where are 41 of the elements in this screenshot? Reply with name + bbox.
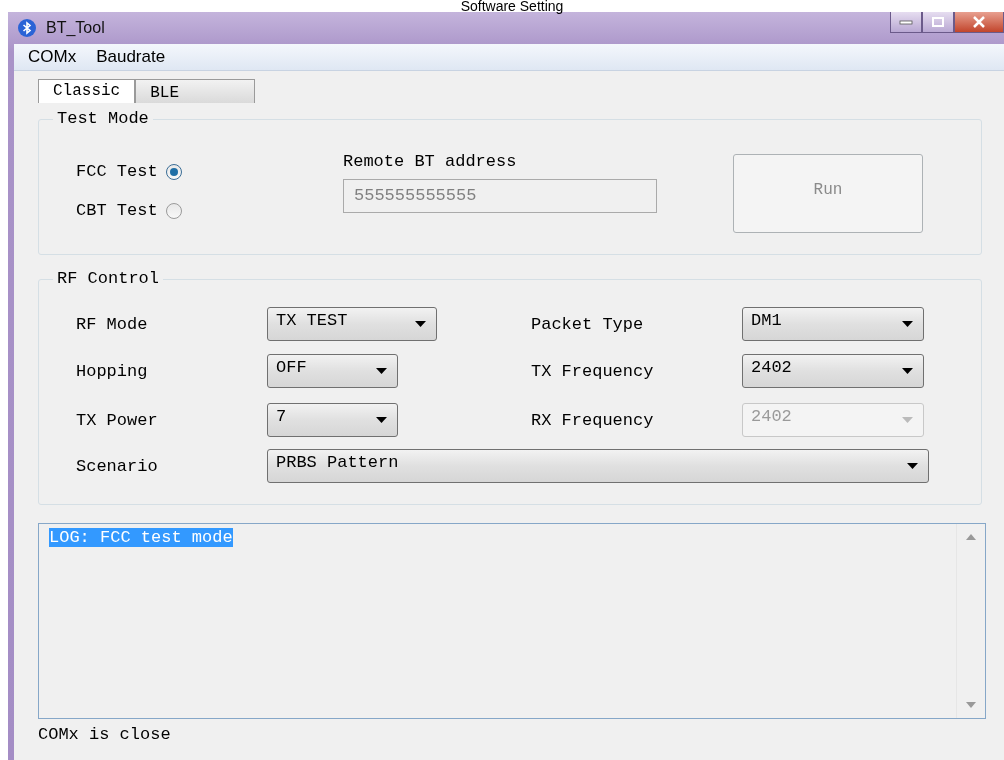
dropdown[interactable]: DM1 <box>742 307 924 341</box>
caret-icon <box>415 321 426 327</box>
dropdown[interactable]: 7 <box>267 403 398 437</box>
status-text: COMx is close <box>38 725 172 744</box>
scroll-down-icon <box>966 702 976 708</box>
caret-icon <box>902 417 913 423</box>
menu-item[interactable]: COMx <box>26 47 79 67</box>
radio-label: FCC Test <box>76 162 158 181</box>
field-label: RF Mode <box>76 314 149 334</box>
close-button[interactable] <box>954 12 1004 33</box>
field-label: TX Power <box>76 410 159 430</box>
caret-icon <box>902 368 913 374</box>
window-title: BT_Tool <box>46 19 105 37</box>
bluetooth-icon <box>18 19 36 37</box>
field-label: Packet Type <box>531 314 645 334</box>
scroll-up-icon <box>966 534 976 540</box>
caret-icon <box>907 463 918 469</box>
dropdown[interactable]: 2402 <box>742 354 924 388</box>
radio-button[interactable] <box>165 163 182 180</box>
radio-label: CBT Test <box>76 201 158 220</box>
dropdown[interactable]: TX TEST <box>267 307 437 341</box>
caret-icon <box>902 321 913 327</box>
caret-icon <box>376 368 387 374</box>
dropdown[interactable]: OFF <box>267 354 398 388</box>
field-label: Scenario <box>76 456 159 476</box>
field-label: TX Frequency <box>531 361 655 381</box>
field-label: Hopping <box>76 361 149 381</box>
minimize-button[interactable] <box>890 12 922 33</box>
maximize-button[interactable] <box>922 12 954 33</box>
radio-button[interactable] <box>165 202 182 219</box>
dropdown[interactable]: PRBS Pattern <box>267 449 929 483</box>
minimize-icon <box>899 19 913 25</box>
field-label: RX Frequency <box>531 410 655 430</box>
menu-item[interactable]: Baudrate <box>94 47 168 67</box>
maximize-icon <box>931 16 945 28</box>
caret-icon <box>376 417 387 423</box>
tab[interactable]: BLE <box>135 79 256 103</box>
document-caption: Software Setting <box>459 0 565 12</box>
tab[interactable]: Classic <box>38 79 136 103</box>
field-label: Remote BT address <box>343 152 518 171</box>
close-icon <box>972 16 986 28</box>
